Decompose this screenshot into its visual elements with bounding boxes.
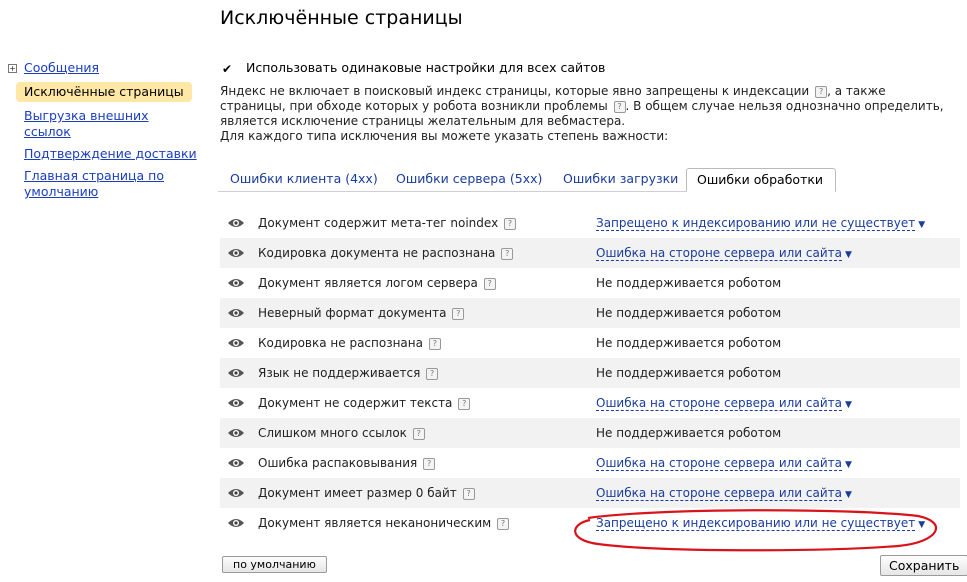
status-text: Не поддерживается роботом	[596, 426, 782, 440]
eye-icon[interactable]	[227, 397, 245, 409]
row-label: Слишком много ссылок ?	[258, 426, 425, 440]
eye-icon[interactable]	[227, 517, 245, 529]
sidebar-item-label[interactable]: Выгрузка внешних ссылок	[24, 108, 149, 139]
tab-server-errors[interactable]: Ошибки сервера (5xx)	[396, 171, 542, 186]
table-row: Документ содержит мета-тег noindex ? Зап…	[220, 208, 960, 238]
table-row: Документ не содержит текста ? Ошибка на …	[220, 388, 960, 418]
sidebar-item-delivery-confirmation[interactable]: Подтверждение доставки	[8, 146, 198, 162]
row-label: Документ имеет размер 0 байт ?	[258, 486, 475, 500]
help-icon[interactable]: ?	[423, 458, 436, 470]
exclusion-table: Документ содержит мета-тег noindex ? Зап…	[220, 208, 960, 538]
status-text: Не поддерживается роботом	[596, 306, 782, 320]
table-row: Документ является логом сервера ? Не под…	[220, 268, 960, 298]
eye-icon[interactable]	[227, 427, 245, 439]
row-label: Документ содержит мета-тег noindex ?	[258, 216, 517, 230]
sidebar-nav: + Сообщения Исключённые страницы Выгрузк…	[8, 60, 198, 206]
description-part: Яндекс не включает в поисковый индекс ст…	[220, 84, 810, 98]
eye-icon[interactable]	[227, 277, 245, 289]
status-text: Не поддерживается роботом	[596, 276, 782, 290]
table-row: Неверный формат документа ? Не поддержив…	[220, 298, 960, 328]
dropdown-arrow-icon[interactable]: ▼	[918, 220, 925, 230]
dropdown-arrow-icon[interactable]: ▼	[845, 460, 852, 470]
help-icon[interactable]: ?	[504, 218, 517, 230]
row-label: Кодировка документа не распознана ?	[258, 246, 514, 260]
sidebar-item-label[interactable]: Главная страница по умолчанию	[24, 168, 164, 199]
sidebar-item-label[interactable]: Подтверждение доставки	[24, 146, 197, 161]
status-dropdown[interactable]: Запрещено к индексированию или не сущест…	[596, 216, 925, 231]
tabs-bar: Ошибки клиента (4xx) Ошибки сервера (5xx…	[218, 168, 838, 192]
table-row: Слишком много ссылок ? Не поддерживается…	[220, 418, 960, 448]
expand-plus-icon[interactable]: +	[8, 64, 17, 73]
table-row: Ошибка распаковывания ? Ошибка на сторон…	[220, 448, 960, 478]
row-label: Документ не содержит текста ?	[258, 396, 471, 410]
same-settings-checkbox-row[interactable]: ✔ Использовать одинаковые настройки для в…	[222, 60, 605, 75]
help-icon[interactable]: ?	[462, 488, 475, 500]
table-row: Кодировка не распознана ? Не поддерживае…	[220, 328, 960, 358]
status-text: Не поддерживается роботом	[596, 366, 782, 380]
row-label: Ошибка распаковывания ?	[258, 456, 436, 470]
dropdown-arrow-icon[interactable]: ▼	[845, 250, 852, 260]
status-dropdown[interactable]: Ошибка на стороне сервера или сайта ▼	[596, 486, 852, 501]
same-settings-label: Использовать одинаковые настройки для вс…	[246, 60, 606, 75]
save-button[interactable]: Сохранить	[880, 555, 967, 576]
help-icon[interactable]: ?	[815, 86, 828, 98]
help-icon[interactable]: ?	[428, 338, 441, 350]
eye-icon[interactable]	[227, 307, 245, 319]
reset-default-button[interactable]: по умолчанию	[222, 556, 327, 573]
sidebar-item-messages[interactable]: + Сообщения	[8, 60, 198, 76]
table-row: Кодировка документа не распознана ? Ошиб…	[220, 238, 960, 268]
checkmark-icon[interactable]: ✔	[222, 63, 233, 75]
eye-icon[interactable]	[227, 217, 245, 229]
dropdown-arrow-icon[interactable]: ▼	[845, 400, 852, 410]
help-icon[interactable]: ?	[613, 101, 626, 113]
eye-icon[interactable]	[227, 367, 245, 379]
status-dropdown[interactable]: Ошибка на стороне сервера или сайта ▼	[596, 246, 852, 261]
page-title: Исключённые страницы	[220, 7, 463, 29]
red-annotation-ellipse	[574, 509, 938, 552]
dropdown-arrow-icon[interactable]: ▼	[845, 490, 852, 500]
status-dropdown[interactable]: Ошибка на стороне сервера или сайта ▼	[596, 456, 852, 471]
status-text: Не поддерживается роботом	[596, 336, 782, 350]
description-text: Яндекс не включает в поисковый индекс ст…	[220, 84, 955, 144]
help-icon[interactable]: ?	[412, 428, 425, 440]
row-label: Язык не поддерживается ?	[258, 366, 439, 380]
sidebar-item-label[interactable]: Сообщения	[24, 60, 99, 75]
tab-download-errors[interactable]: Ошибки загрузки	[563, 171, 678, 186]
help-icon[interactable]: ?	[497, 518, 509, 530]
eye-icon[interactable]	[227, 487, 245, 499]
table-row: Язык не поддерживается ? Не поддерживает…	[220, 358, 960, 388]
sidebar-item-excluded-pages[interactable]: Исключённые страницы	[8, 82, 198, 102]
eye-icon[interactable]	[227, 457, 245, 469]
eye-icon[interactable]	[227, 247, 245, 259]
help-icon[interactable]: ?	[501, 248, 514, 260]
status-dropdown[interactable]: Ошибка на стороне сервера или сайта ▼	[596, 396, 852, 411]
row-label: Документ является логом сервера ?	[258, 276, 496, 290]
sidebar-item-external-links[interactable]: Выгрузка внешних ссылок	[8, 108, 198, 140]
help-icon[interactable]: ?	[452, 308, 465, 320]
tab-processing-errors[interactable]: Ошибки обработки	[686, 168, 837, 192]
table-row: Документ имеет размер 0 байт ? Ошибка на…	[220, 478, 960, 508]
help-icon[interactable]: ?	[458, 398, 471, 410]
eye-icon[interactable]	[227, 337, 245, 349]
sidebar-item-label: Исключённые страницы	[16, 82, 192, 102]
row-label: Неверный формат документа ?	[258, 306, 465, 320]
row-label: Документ является неканоническим ?	[258, 516, 509, 530]
help-icon[interactable]: ?	[483, 278, 496, 290]
tab-client-errors[interactable]: Ошибки клиента (4xx)	[230, 171, 378, 186]
row-label: Кодировка не распознана ?	[258, 336, 441, 350]
help-icon[interactable]: ?	[426, 368, 439, 380]
sidebar-item-default-home[interactable]: Главная страница по умолчанию	[8, 168, 198, 200]
description-part: Для каждого типа исключения вы можете ук…	[220, 129, 669, 143]
